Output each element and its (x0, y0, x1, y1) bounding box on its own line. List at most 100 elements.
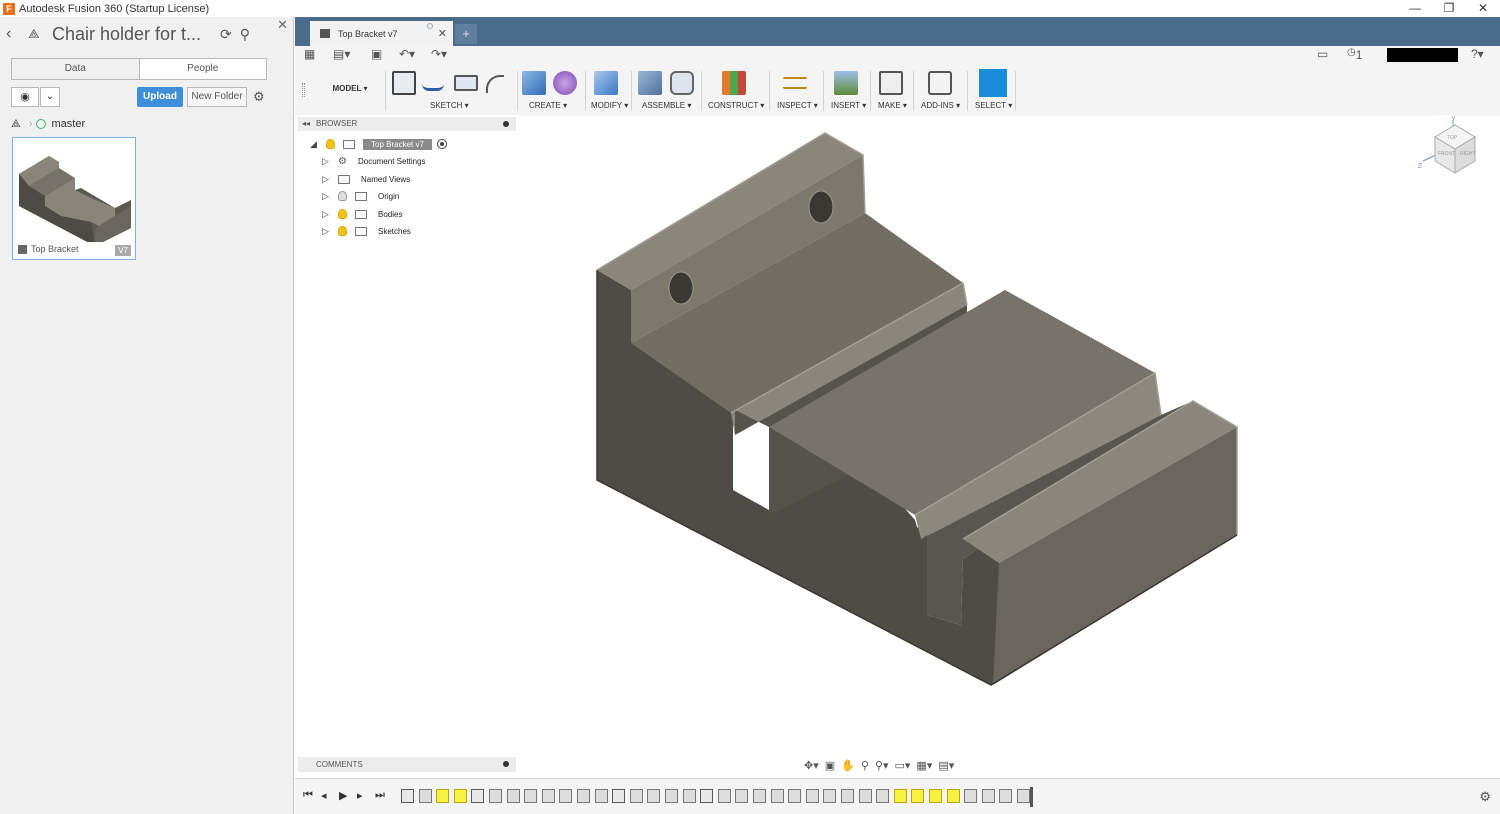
timeline-feature-icon[interactable] (1017, 789, 1030, 803)
display-settings-icon[interactable]: ▭▾ (895, 759, 911, 772)
gear-icon[interactable]: ⚙ (253, 87, 265, 107)
timeline-feature-icon[interactable] (647, 789, 661, 803)
restore-button[interactable]: ❐ (1432, 0, 1466, 16)
pan-icon[interactable]: ✋ (841, 759, 855, 772)
orbit-icon[interactable]: ✥▾ (804, 759, 819, 772)
form-icon[interactable] (553, 71, 577, 95)
back-arrow-icon[interactable]: ‹ (6, 25, 28, 43)
timeline-feature-icon[interactable] (418, 789, 432, 803)
visibility-bulb-icon[interactable] (338, 226, 347, 236)
play-icon[interactable]: ▶ (339, 789, 347, 802)
timeline-feature-icon[interactable] (770, 789, 784, 803)
timeline-feature-icon[interactable] (612, 789, 626, 803)
go-to-start-icon[interactable]: ⏮ (303, 789, 313, 802)
visibility-bulb-off-icon[interactable] (338, 191, 347, 201)
comments-panel[interactable]: COMMENTS (298, 757, 516, 772)
timeline-feature-icon[interactable] (665, 789, 678, 803)
expand-triangle-icon[interactable]: ▷ (322, 209, 332, 220)
pin-icon[interactable] (503, 761, 509, 767)
close-tab-icon[interactable]: ✕ (438, 27, 447, 40)
expand-triangle-icon[interactable]: ▷ (322, 174, 332, 185)
step-forward-icon[interactable]: ▸ (357, 789, 363, 802)
timeline-marker[interactable] (1030, 787, 1033, 807)
timeline-feature-icon[interactable] (929, 789, 942, 803)
timeline-settings-icon[interactable]: ⚙ (1479, 789, 1491, 805)
visibility-bulb-icon[interactable] (338, 209, 347, 219)
create-menu[interactable]: CREATE ▾ (529, 101, 567, 110)
upload-button[interactable]: Upload (137, 87, 183, 107)
sketch-menu[interactable]: SKETCH ▾ (430, 101, 469, 110)
timeline-feature-icon[interactable] (823, 789, 837, 803)
arc-tool-icon[interactable] (486, 75, 504, 93)
offset-plane-icon[interactable] (722, 71, 746, 95)
construct-menu[interactable]: CONSTRUCT ▾ (708, 101, 764, 110)
timeline-feature-icon[interactable] (489, 789, 502, 803)
redo-icon[interactable]: ↷▾ (431, 47, 447, 61)
project-root-icon[interactable]: ⟁ (11, 118, 21, 131)
scripts-addins-icon[interactable] (928, 71, 952, 95)
timeline-feature-icon[interactable] (577, 789, 590, 803)
viewcube-icon[interactable]: Y Z TOP FRONT RIGHT (1415, 75, 1500, 185)
go-to-end-icon[interactable]: ⏭ (375, 789, 385, 802)
timeline-feature-icon[interactable] (911, 789, 925, 803)
user-account-button[interactable] (1387, 48, 1458, 62)
search-icon[interactable]: ⚲ (240, 26, 250, 43)
insert-menu[interactable]: INSERT ▾ (831, 101, 866, 110)
browser-item-bodies[interactable]: ▷ Bodies (322, 206, 405, 222)
timeline-feature-icon[interactable] (700, 789, 714, 803)
close-window-button[interactable]: ✕ (1466, 0, 1500, 16)
zoom-icon[interactable]: ⚲ (861, 759, 869, 772)
activate-component-icon[interactable] (436, 139, 447, 149)
timeline-feature-icon[interactable] (629, 789, 643, 803)
collapse-triangle-icon[interactable]: ◢ (310, 139, 320, 150)
new-folder-button[interactable]: New Folder (187, 87, 247, 107)
chevron-down-icon[interactable]: ⌄ (40, 87, 60, 107)
expand-triangle-icon[interactable]: ▷ (322, 191, 332, 202)
close-panel-icon[interactable]: ✕ (277, 17, 288, 33)
save-icon[interactable]: ▣ (371, 47, 382, 61)
inspect-menu[interactable]: INSPECT ▾ (777, 101, 818, 110)
undo-icon[interactable]: ↶▾ (399, 47, 415, 61)
make-menu[interactable]: MAKE ▾ (878, 101, 907, 110)
line-tool-icon[interactable] (422, 77, 444, 91)
timeline-feature-icon[interactable] (506, 789, 520, 803)
view-toggle-eye-icon[interactable]: ◉ (11, 87, 39, 107)
browser-item-document-settings[interactable]: ▷ ⚙ Document Settings (322, 153, 429, 169)
notifications-icon[interactable]: ▭ (1317, 47, 1328, 61)
file-card[interactable]: Top Bracket V7 (12, 137, 136, 260)
new-component-icon[interactable] (638, 71, 662, 95)
timeline-feature-icon[interactable] (788, 789, 802, 803)
add-ins-menu[interactable]: ADD-INS ▾ (921, 101, 960, 110)
look-at-icon[interactable]: ▣ (825, 759, 835, 772)
viewports-icon[interactable]: ▤▾ (938, 759, 954, 772)
document-tab[interactable]: Top Bracket v7 ✕ (310, 21, 453, 46)
joint-icon[interactable] (670, 71, 694, 95)
select-tool-icon[interactable] (979, 69, 1007, 97)
press-pull-icon[interactable] (594, 71, 618, 95)
assemble-menu[interactable]: ASSEMBLE ▾ (642, 101, 691, 110)
step-back-icon[interactable]: ◂ (321, 789, 327, 802)
browser-root-node[interactable]: ◢ Top Bracket v7 (310, 136, 447, 152)
create-sketch-icon[interactable] (392, 71, 416, 95)
select-menu[interactable]: SELECT ▾ (975, 101, 1012, 110)
timeline-feature-icon[interactable] (858, 789, 872, 803)
workspace-switcher[interactable]: MODEL ▾ (325, 79, 375, 99)
timeline-feature-icon[interactable] (893, 789, 907, 803)
expand-triangle-icon[interactable]: ▷ (322, 156, 332, 167)
browser-item-origin[interactable]: ▷ Origin (322, 188, 402, 204)
timeline-feature-icon[interactable] (541, 789, 555, 803)
grid-settings-icon[interactable]: ▦▾ (916, 759, 932, 772)
timeline-feature-icon[interactable] (682, 789, 696, 803)
tab-people[interactable]: People (140, 59, 267, 79)
pin-icon[interactable] (503, 121, 509, 127)
file-menu-icon[interactable]: ▤▾ (333, 47, 350, 61)
visibility-bulb-icon[interactable] (326, 139, 335, 149)
app-grid-icon[interactable]: ▦ (304, 47, 315, 61)
expand-triangle-icon[interactable]: ▷ (322, 226, 332, 237)
timeline-feature-icon[interactable] (981, 789, 995, 803)
browser-item-named-views[interactable]: ▷ Named Views (322, 171, 413, 187)
timeline-feature-icon[interactable] (436, 789, 450, 803)
timeline-feature-icon[interactable] (964, 789, 978, 803)
browser-item-sketches[interactable]: ▷ Sketches (322, 223, 414, 239)
new-tab-button[interactable]: + (455, 24, 477, 44)
